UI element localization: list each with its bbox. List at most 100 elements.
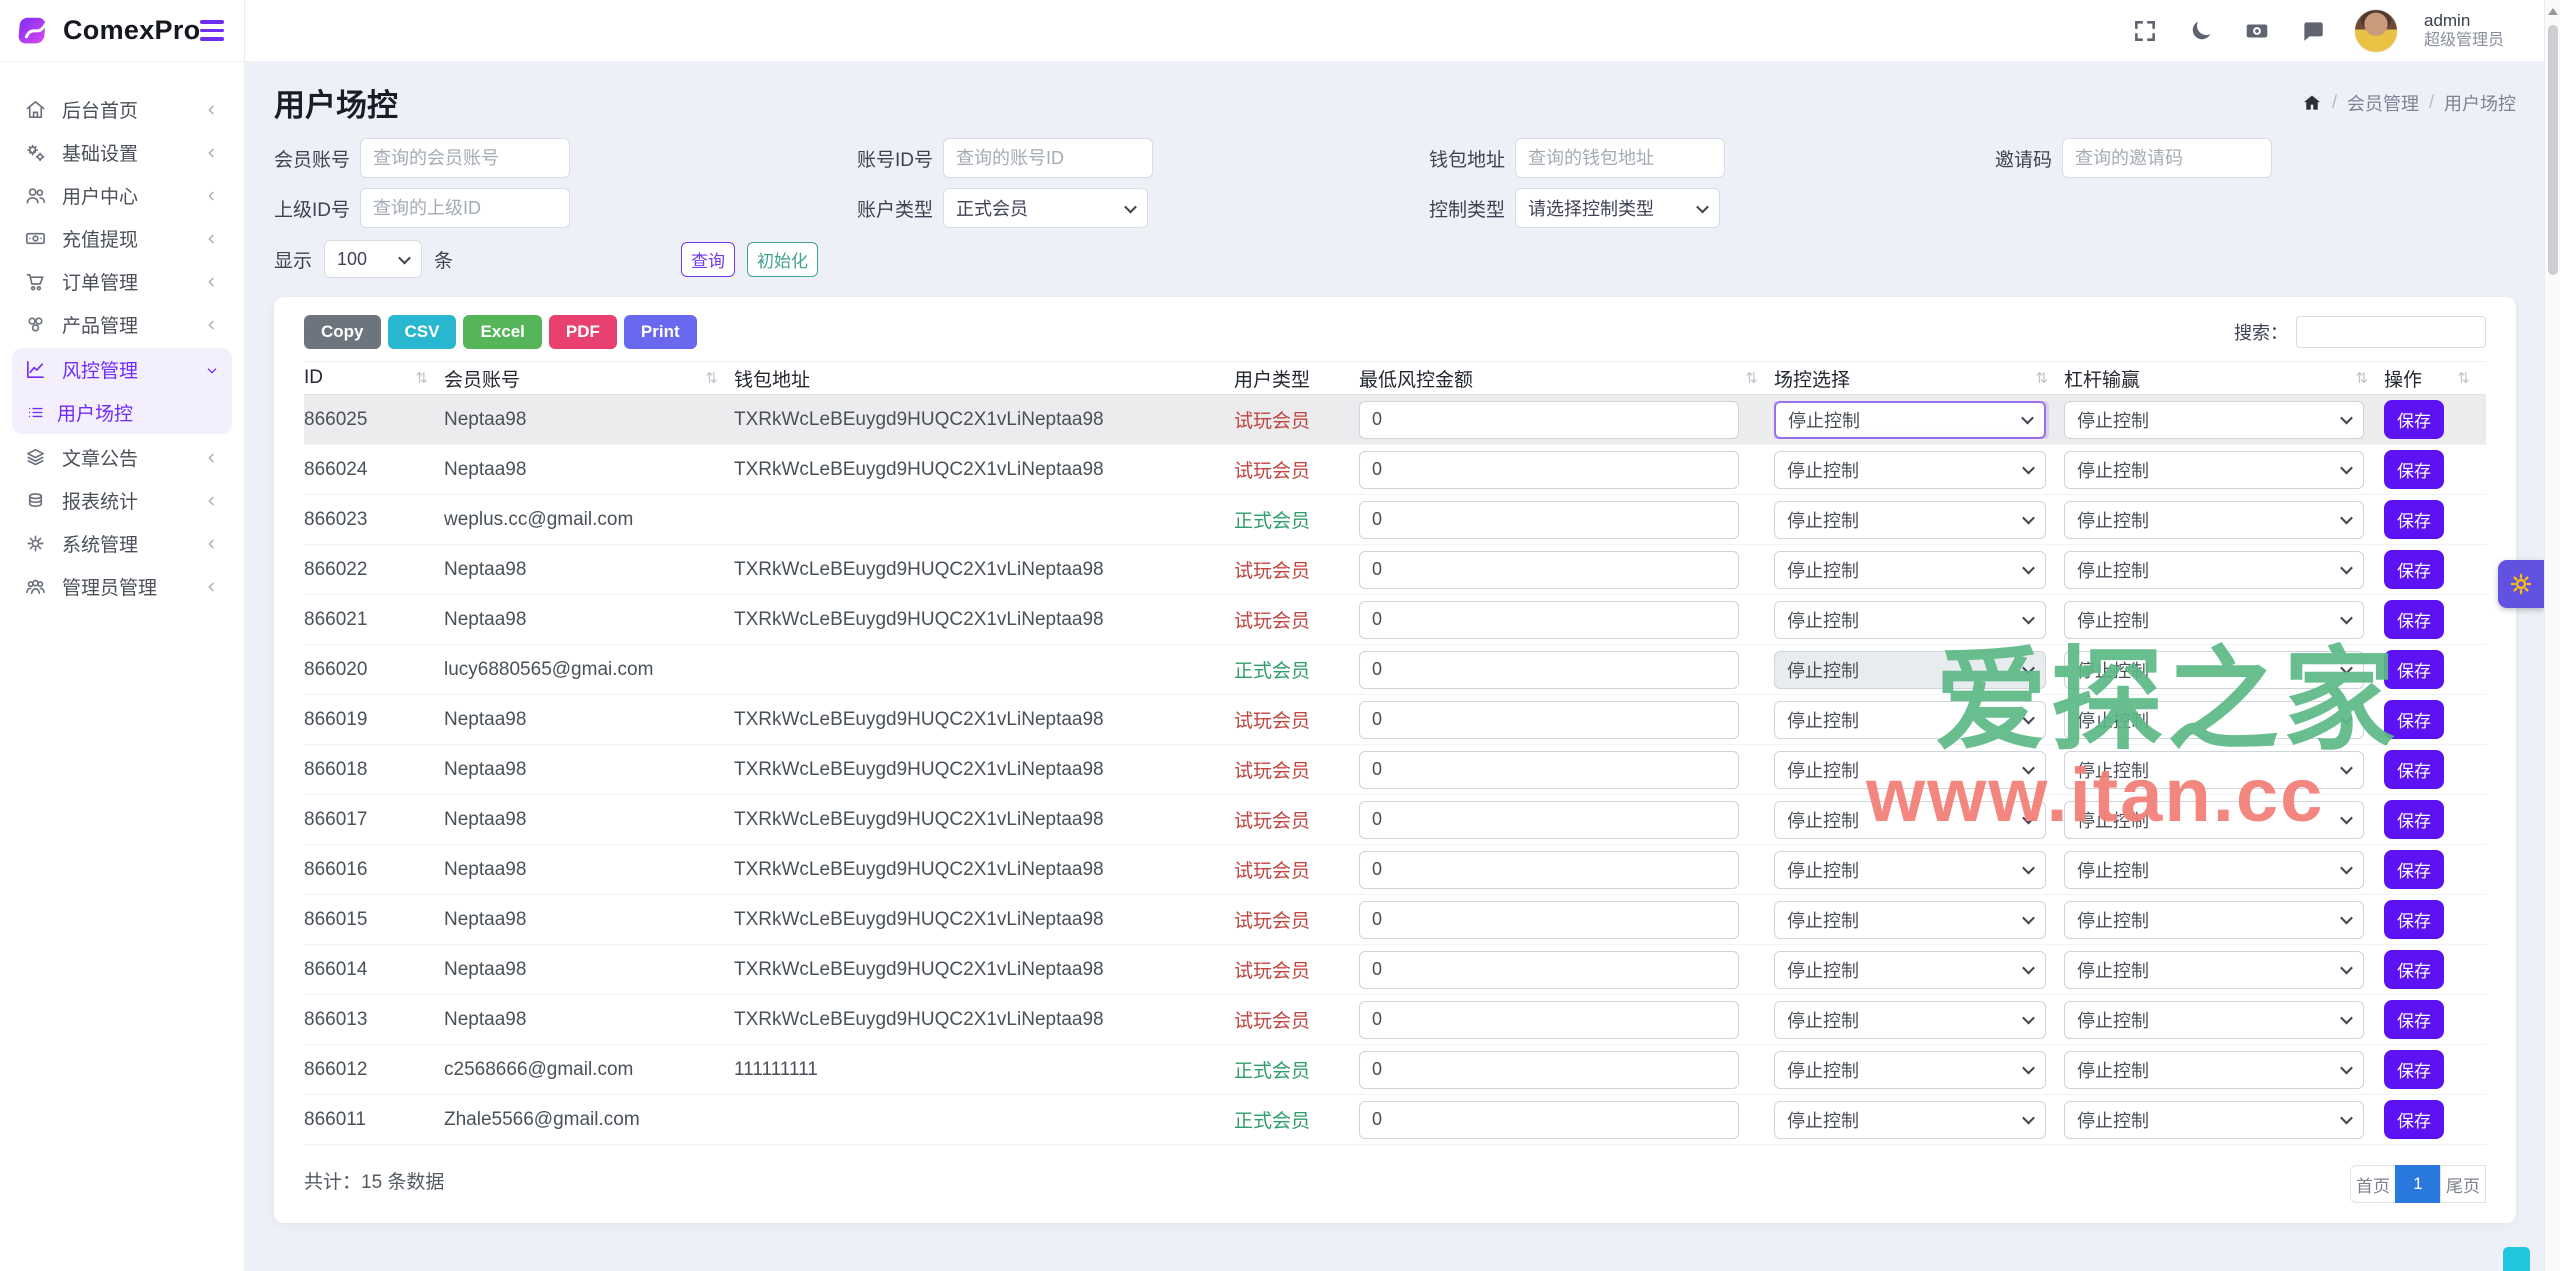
min-risk-amount-input[interactable] [1359,701,1739,739]
min-risk-amount-input[interactable] [1359,1051,1739,1089]
save-button[interactable]: 保存 [2384,800,2444,839]
scene-control-select[interactable]: 停止控制 [1774,1101,2046,1139]
reset-button[interactable]: 初始化 [747,242,818,277]
leverage-select[interactable]: 停止控制 [2064,601,2364,639]
avatar[interactable] [2354,9,2398,53]
min-risk-amount-input[interactable] [1359,551,1739,589]
leverage-select[interactable]: 停止控制 [2064,1101,2364,1139]
sidebar-item-risk-management[interactable]: 风控管理 [12,348,232,391]
sidebar-item[interactable]: 报表统计 [12,479,232,522]
column-header[interactable]: 最低风控金额 ⇅ [1359,365,1774,392]
scene-control-select[interactable]: 停止控制 [1774,551,2046,589]
leverage-select[interactable]: 停止控制 [2064,951,2364,989]
save-button[interactable]: 保存 [2384,550,2444,589]
table-search-input[interactable] [2296,316,2486,348]
scene-control-select[interactable]: 停止控制 [1774,601,2046,639]
scene-control-select[interactable]: 停止控制 [1774,851,2046,889]
invite-code-input[interactable] [2062,138,2272,178]
leverage-select[interactable]: 停止控制 [2064,851,2364,889]
column-header[interactable]: 用户类型 [1234,365,1359,392]
scene-control-select[interactable]: 停止控制 [1774,501,2046,539]
min-risk-amount-input[interactable] [1359,951,1739,989]
export-button[interactable]: Excel [463,315,541,349]
save-button[interactable]: 保存 [2384,1100,2444,1139]
leverage-select[interactable]: 停止控制 [2064,551,2364,589]
sidebar-item[interactable]: 充值提现 [12,217,232,260]
wallet-input[interactable] [1515,138,1725,178]
min-risk-amount-input[interactable] [1359,1101,1739,1139]
breadcrumb-item[interactable]: 用户场控 [2444,90,2516,116]
column-header[interactable]: 钱包地址 [734,365,1234,392]
save-button[interactable]: 保存 [2384,600,2444,639]
dark-mode-moon-icon[interactable] [2186,16,2216,46]
scrollbar-thumb[interactable] [2548,25,2558,275]
column-header[interactable]: 杠杆输赢 ⇅ [2064,365,2384,392]
column-header[interactable]: ID ⇅ [304,367,444,389]
save-button[interactable]: 保存 [2384,400,2444,439]
account-id-input[interactable] [943,138,1153,178]
sidebar-item[interactable]: 基础设置 [12,131,232,174]
leverage-select[interactable]: 停止控制 [2064,1051,2364,1089]
min-risk-amount-input[interactable] [1359,401,1739,439]
leverage-select[interactable]: 停止控制 [2064,901,2364,939]
save-button[interactable]: 保存 [2384,750,2444,789]
sidebar-item[interactable]: 文章公告 [12,436,232,479]
export-button[interactable]: Copy [304,315,381,349]
sidebar-item[interactable]: 订单管理 [12,260,232,303]
page-button[interactable]: 尾页 [2440,1165,2486,1203]
scene-control-select[interactable]: 停止控制 [1774,701,2046,739]
page-button[interactable]: 1 [2395,1165,2441,1203]
save-button[interactable]: 保存 [2384,500,2444,539]
control-type-select[interactable]: 请选择控制类型 [1515,188,1720,228]
breadcrumb-item[interactable]: 会员管理 [2347,90,2419,116]
save-button[interactable]: 保存 [2384,1050,2444,1089]
fullscreen-icon[interactable] [2130,16,2160,46]
scene-control-select[interactable]: 停止控制 [1774,801,2046,839]
sidebar-item[interactable]: 后台首页 [12,88,232,131]
leverage-select[interactable]: 停止控制 [2064,501,2364,539]
leverage-select[interactable]: 停止控制 [2064,751,2364,789]
display-count-select[interactable]: 100 [324,240,422,278]
parent-id-input[interactable] [360,188,570,228]
scene-control-select[interactable]: 停止控制 [1774,951,2046,989]
save-button[interactable]: 保存 [2384,650,2444,689]
export-button[interactable]: PDF [549,315,617,349]
leverage-select[interactable]: 停止控制 [2064,401,2364,439]
query-button[interactable]: 查询 [681,242,735,277]
scene-control-select[interactable]: 停止控制 [1774,901,2046,939]
sidebar-item[interactable]: 管理员管理 [12,565,232,608]
scrollbar-up-arrow[interactable] [2548,8,2558,15]
sidebar-item-user-control[interactable]: 用户场控 [12,391,232,434]
min-risk-amount-input[interactable] [1359,901,1739,939]
save-button[interactable]: 保存 [2384,450,2444,489]
corner-widget-button[interactable] [2503,1247,2530,1271]
save-button[interactable]: 保存 [2384,1000,2444,1039]
member-account-input[interactable] [360,138,570,178]
min-risk-amount-input[interactable] [1359,1001,1739,1039]
leverage-select[interactable]: 停止控制 [2064,451,2364,489]
column-header[interactable]: 会员账号 ⇅ [444,365,734,392]
scene-control-select[interactable]: 停止控制 [1774,401,2046,439]
leverage-select[interactable]: 停止控制 [2064,1001,2364,1039]
min-risk-amount-input[interactable] [1359,651,1739,689]
export-button[interactable]: Print [624,315,697,349]
money-icon[interactable] [2242,16,2272,46]
scene-control-select[interactable]: 停止控制 [1774,1001,2046,1039]
sidebar-item[interactable]: 用户中心 [12,174,232,217]
account-type-select[interactable]: 正式会员 [943,188,1148,228]
scene-control-select[interactable]: 停止控制 [1774,651,2046,689]
leverage-select[interactable]: 停止控制 [2064,651,2364,689]
sidebar-item[interactable]: 系统管理 [12,522,232,565]
min-risk-amount-input[interactable] [1359,851,1739,889]
column-header[interactable]: 场控选择 ⇅ [1774,365,2064,392]
chat-icon[interactable] [2298,16,2328,46]
leverage-select[interactable]: 停止控制 [2064,701,2364,739]
save-button[interactable]: 保存 [2384,950,2444,989]
column-header[interactable]: 操作 ⇅ [2384,365,2486,392]
home-icon[interactable] [2302,93,2322,113]
min-risk-amount-input[interactable] [1359,601,1739,639]
save-button[interactable]: 保存 [2384,900,2444,939]
scene-control-select[interactable]: 停止控制 [1774,751,2046,789]
save-button[interactable]: 保存 [2384,700,2444,739]
sidebar-item[interactable]: 产品管理 [12,303,232,346]
